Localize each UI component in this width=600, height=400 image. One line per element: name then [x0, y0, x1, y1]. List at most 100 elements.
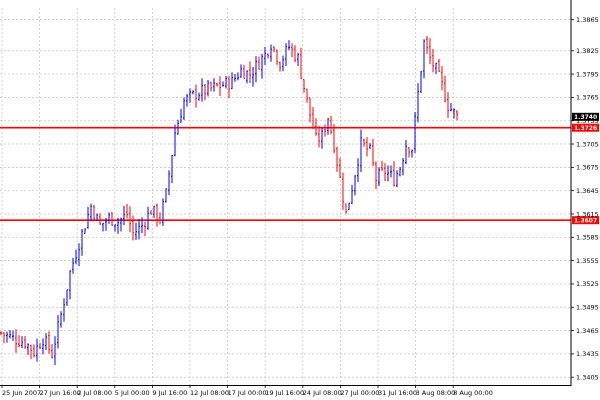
candle	[156, 203, 158, 227]
candle	[312, 106, 314, 129]
candle	[93, 204, 95, 222]
candle	[6, 331, 8, 343]
candle	[12, 330, 14, 341]
candle	[447, 91, 449, 118]
candle	[66, 289, 68, 307]
candle	[408, 146, 410, 158]
candle	[207, 80, 209, 97]
candle	[201, 78, 203, 102]
candle	[306, 88, 308, 103]
candle	[324, 124, 326, 137]
candle	[252, 66, 254, 87]
candle	[216, 82, 218, 87]
x-tick-label: 12 Jul 08:00	[190, 389, 229, 397]
candle	[297, 52, 299, 67]
x-tick-label: 27 Jun 16:00	[40, 389, 81, 397]
candle	[78, 243, 80, 267]
candle	[342, 172, 344, 210]
candle	[186, 93, 188, 107]
candle	[273, 46, 275, 53]
candle	[291, 43, 293, 58]
grid-layer	[0, 8, 570, 385]
candle	[354, 175, 356, 196]
candle	[114, 224, 116, 232]
candle	[198, 92, 200, 101]
candle	[69, 270, 71, 300]
y-tick-label: 1.3705	[576, 140, 599, 148]
y-tick-label: 1.3465	[576, 327, 599, 335]
x-tick-label: 17 Jul 00:00	[228, 389, 267, 397]
candle	[192, 90, 194, 95]
x-tick-label: 27 Jul 00:00	[340, 389, 379, 397]
candle	[309, 97, 311, 123]
candle	[195, 84, 197, 108]
candle	[213, 78, 215, 92]
candle	[15, 329, 17, 353]
candle	[405, 139, 407, 165]
candle	[225, 76, 227, 89]
candle	[174, 124, 176, 157]
candle	[357, 158, 359, 183]
candle	[57, 315, 59, 349]
candle	[87, 206, 89, 229]
candle	[282, 55, 284, 72]
y-tick-label: 1.3765	[576, 94, 599, 102]
candles-layer	[0, 36, 458, 365]
candle	[153, 205, 155, 218]
candle	[162, 198, 164, 226]
y-tick-label: 1.3645	[576, 187, 599, 195]
x-tick-label: 19 Jul 16:00	[265, 389, 304, 397]
candle	[54, 336, 56, 365]
candle	[402, 158, 404, 176]
x-tick-label: 8 Aug 00:00	[453, 389, 493, 397]
candle	[219, 76, 221, 97]
candle	[168, 170, 170, 195]
candle	[189, 88, 191, 103]
candle	[42, 338, 44, 355]
candle	[18, 335, 20, 348]
candle	[441, 66, 443, 91]
candle	[432, 48, 434, 73]
x-tick-label: 25 Jun 2007	[2, 389, 41, 397]
y-tick-label: 1.3495	[576, 304, 599, 312]
candle	[99, 213, 101, 225]
candle	[81, 229, 83, 256]
y-tick-label: 1.3795	[576, 70, 599, 78]
candle	[360, 129, 362, 172]
candle	[264, 46, 266, 65]
candle	[48, 331, 50, 354]
candle	[438, 58, 440, 72]
candle	[237, 72, 239, 81]
x-tick-label: 2 Jul 08:00	[77, 389, 112, 397]
y-tick-label: 1.3675	[576, 164, 599, 172]
candle	[384, 163, 386, 182]
candle	[288, 40, 290, 51]
candle	[234, 73, 236, 82]
candle	[138, 219, 140, 240]
candle	[222, 81, 224, 87]
candle	[63, 298, 65, 322]
y-tick-label: 1.3435	[576, 350, 599, 358]
candle	[228, 75, 230, 99]
candle	[456, 110, 458, 121]
candle	[60, 311, 62, 328]
candle	[450, 103, 452, 112]
candle	[276, 49, 278, 65]
x-tick-label: 9 Jul 16:00	[152, 389, 187, 397]
candle	[21, 336, 23, 348]
y-tick-label: 1.3615	[576, 210, 599, 218]
candle	[150, 209, 152, 215]
candle	[426, 36, 428, 54]
candle	[51, 343, 53, 359]
level-price-label: 1.3726	[574, 125, 597, 132]
candle	[30, 344, 32, 360]
candle	[390, 165, 392, 178]
candle	[417, 83, 419, 123]
candle	[444, 75, 446, 103]
candle	[348, 202, 350, 211]
candle	[387, 165, 389, 182]
candle	[9, 330, 11, 339]
candle	[366, 137, 368, 157]
candle	[279, 61, 281, 72]
candle	[147, 206, 149, 230]
